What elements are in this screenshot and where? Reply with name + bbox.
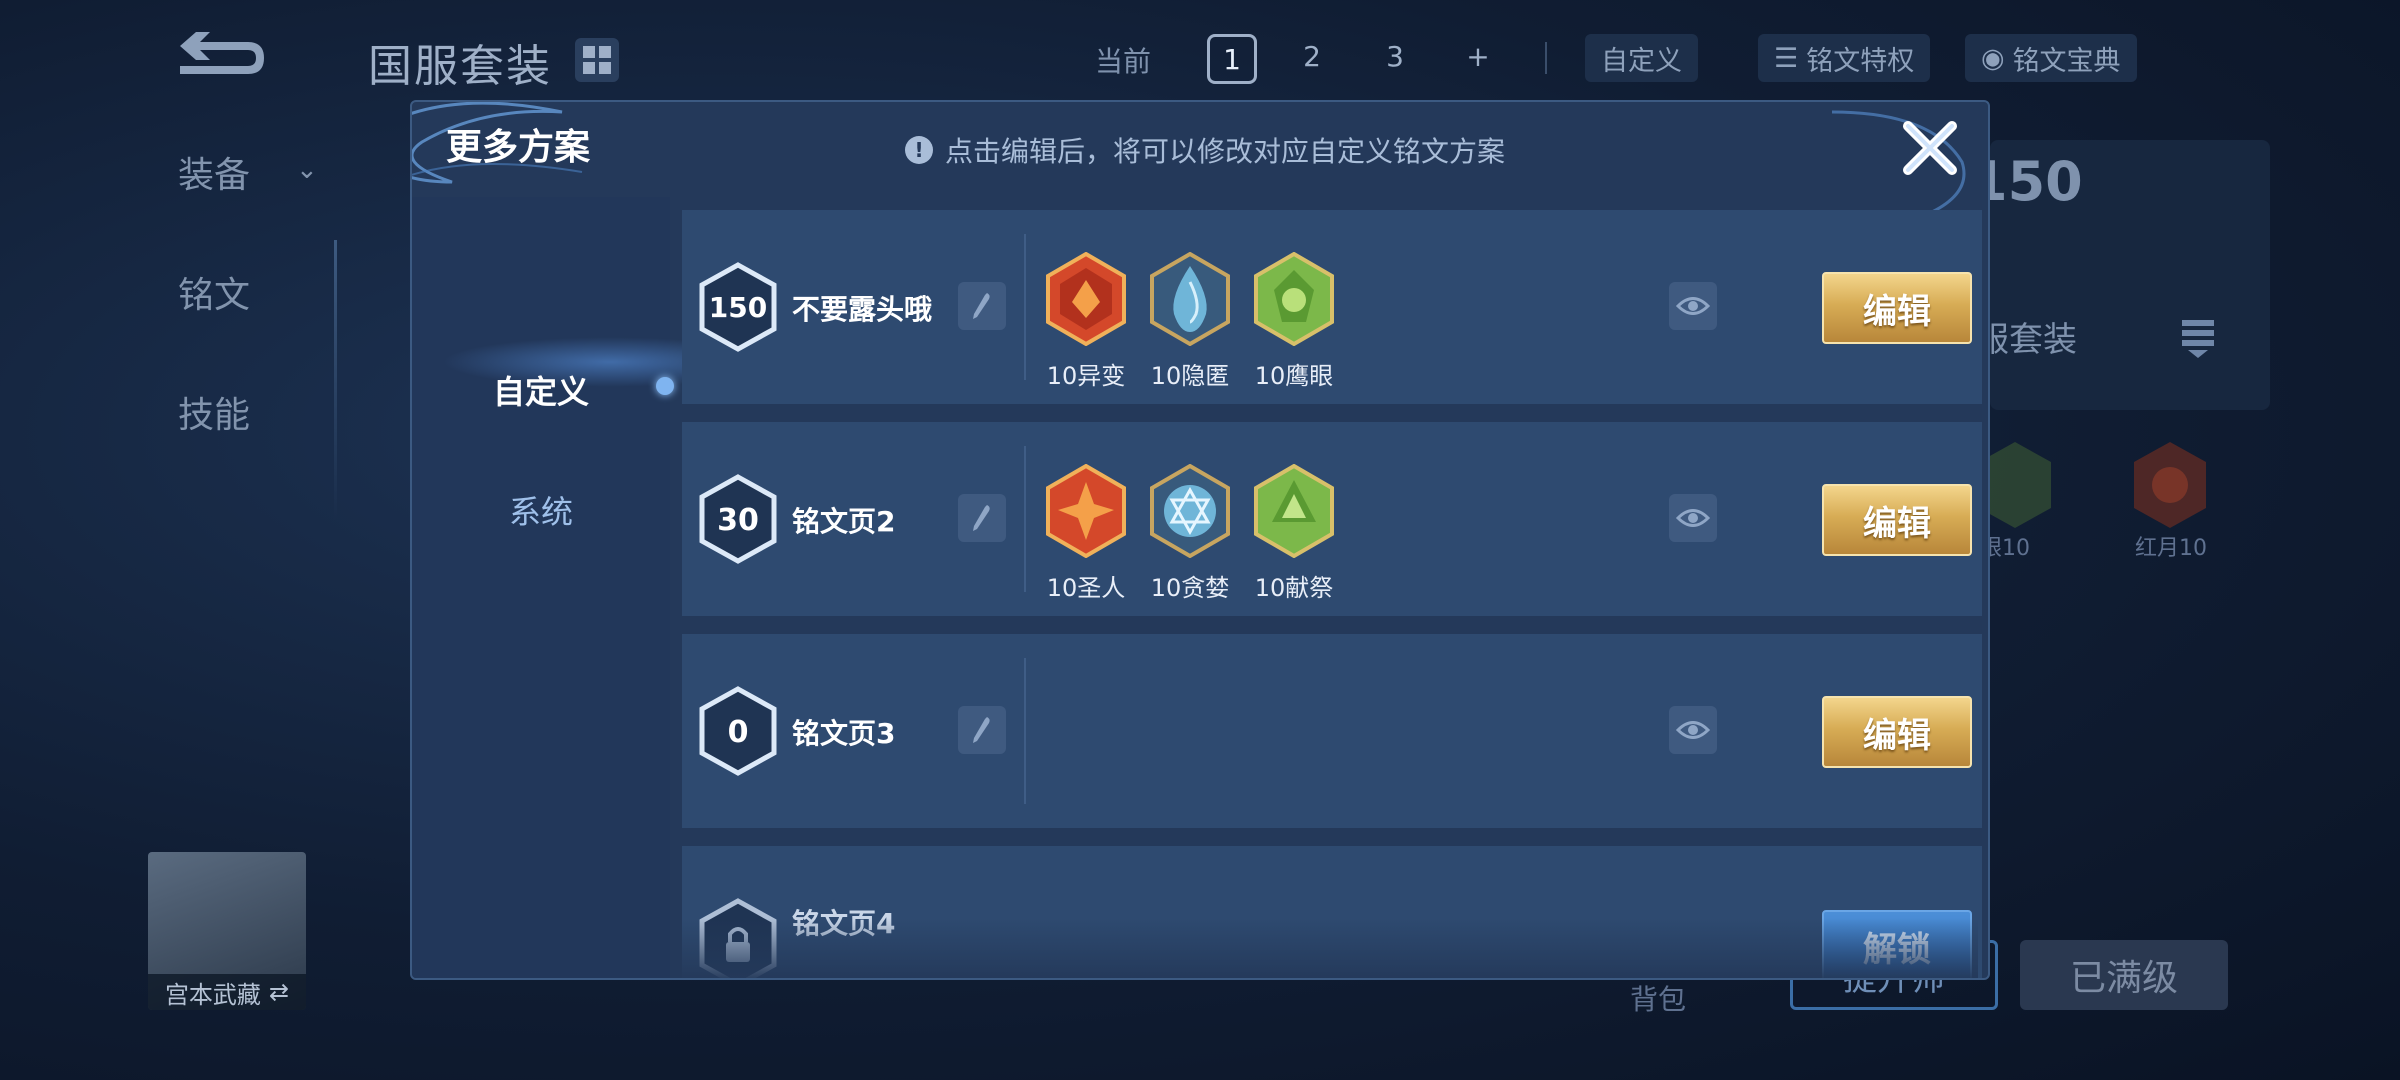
row-divider (1024, 658, 1026, 804)
add-page-button[interactable]: + (1456, 34, 1500, 78)
active-indicator (656, 377, 674, 395)
edit-button[interactable]: 编辑 (1822, 272, 1972, 344)
level-value: 0 (728, 715, 749, 750)
edit-button[interactable]: 编辑 (1822, 696, 1972, 768)
custom-button[interactable]: 自定义 (1585, 34, 1698, 82)
rune-red-icon (2134, 442, 2206, 528)
row-divider (1024, 234, 1026, 380)
preview-button[interactable] (1669, 706, 1717, 754)
current-label: 当前 (1095, 45, 1152, 78)
rune-page-name: 不要露头哦 (792, 293, 933, 326)
lock-hex-icon (699, 898, 777, 978)
rune-red-icon (1046, 464, 1126, 558)
hero-name-bar: 宫本武藏 ⇄ (148, 974, 306, 1010)
divider (1545, 42, 1547, 74)
rune-label: 10圣人 (1046, 574, 1126, 602)
rune-page-row: 150 不要露头哦 10异变 10隐匿 10鹰眼 编辑 (682, 210, 1982, 404)
unlock-button[interactable]: 解锁 (1822, 910, 1972, 978)
rune-label: 10鹰眼 (1254, 362, 1334, 390)
pencil-icon (973, 505, 990, 531)
level-value: 150 (709, 291, 767, 324)
rune-red-icon (1046, 252, 1126, 346)
tip: ! 点击编辑后，将可以修改对应自定义铭文方案 (905, 130, 1505, 170)
modal-header: 更多方案 ! 点击编辑后，将可以修改对应自定义铭文方案 (412, 102, 1988, 197)
modal-title: 更多方案 (446, 127, 591, 168)
preview-button[interactable] (1669, 282, 1717, 330)
tab-custom[interactable]: 自定义 (412, 367, 670, 413)
level-hex-badge: 30 (699, 474, 777, 564)
side-tab-equipment[interactable]: 装备 (178, 146, 250, 198)
tab-system[interactable]: 系统 (412, 487, 670, 533)
codex-label: 铭文宝典 (2012, 45, 2121, 77)
rune-page-row: 30 铭文页2 10圣人 10贪婪 10献祭 编辑 (682, 422, 1982, 616)
chevron-down-icon: ⌄ (296, 155, 318, 185)
rune-blue-icon (1150, 464, 1230, 558)
privilege-button[interactable]: ☰ 铭文特权 (1758, 34, 1931, 82)
rune-page-name: 铭文页2 (792, 505, 896, 538)
level-hex-badge: 150 (699, 262, 777, 352)
rune-label: 10献祭 (1254, 574, 1334, 602)
swap-icon[interactable]: ⇄ (269, 978, 289, 1006)
page-tab-1[interactable]: 1 (1207, 34, 1257, 84)
pencil-icon (973, 717, 990, 743)
level-hex-badge: 0 (699, 686, 777, 776)
set-name: 服套装 (1975, 320, 2077, 360)
modal-sidebar: 自定义 系统 (412, 197, 682, 978)
row-divider (1024, 446, 1026, 592)
max-level-button: 已满级 (2020, 940, 2228, 1010)
rename-button[interactable] (958, 706, 1006, 754)
privilege-label: 铭文特权 (1806, 45, 1915, 77)
rune-page-row-locked: 铭文页4 解锁 (682, 846, 1982, 978)
rune-label: 10隐匿 (1150, 362, 1230, 390)
level-value: 30 (717, 503, 759, 538)
info-icon: ! (905, 136, 933, 164)
preview-button[interactable] (1669, 494, 1717, 542)
page-title: 国服套装 (368, 41, 552, 92)
rune-label: 10异变 (1046, 362, 1126, 390)
rune-blue-icon (1150, 252, 1230, 346)
page-tab-2[interactable]: 2 (1290, 34, 1334, 78)
eye-icon (1676, 297, 1710, 315)
rune-page-row: 0 铭文页3 编辑 (682, 634, 1982, 828)
edit-button[interactable]: 编辑 (1822, 484, 1972, 556)
rune-page-name: 铭文页3 (792, 717, 896, 750)
back-arrow-icon[interactable] (170, 28, 270, 84)
page-tab-3[interactable]: 3 (1373, 34, 1417, 78)
rune-green-icon (1254, 464, 1334, 558)
menu-icon[interactable] (2180, 316, 2216, 360)
rune-page-name: 铭文页4 (792, 907, 896, 940)
hero-name: 宫本武藏 (164, 980, 261, 1009)
tip-text: 点击编辑后，将可以修改对应自定义铭文方案 (945, 135, 1506, 168)
eye-icon (1676, 509, 1710, 527)
side-tab-skills[interactable]: 技能 (178, 386, 250, 438)
hero-card[interactable]: 宫本武藏 ⇄ (148, 852, 306, 1010)
rename-button[interactable] (958, 282, 1006, 330)
bag-label[interactable]: 背包 (1630, 978, 1686, 1018)
rename-button[interactable] (958, 494, 1006, 542)
more-plans-modal: 更多方案 ! 点击编辑后，将可以修改对应自定义铭文方案 自定义 系统 150 不… (410, 100, 1990, 980)
rune-green-icon (1254, 252, 1334, 346)
close-icon[interactable] (1898, 116, 1962, 180)
rune-label: 红月10 (2135, 536, 2207, 561)
pencil-icon (973, 293, 990, 319)
side-tab-runes[interactable]: 铭文 (178, 266, 250, 318)
rune-label: 10贪婪 (1150, 574, 1230, 602)
eye-icon (1676, 721, 1710, 739)
side-divider (334, 240, 337, 520)
codex-button[interactable]: ◉ 铭文宝典 (1965, 34, 2137, 82)
grid-icon[interactable] (575, 38, 619, 82)
book-icon: ☰ (1774, 42, 1799, 74)
codex-icon: ◉ (1981, 42, 2005, 74)
